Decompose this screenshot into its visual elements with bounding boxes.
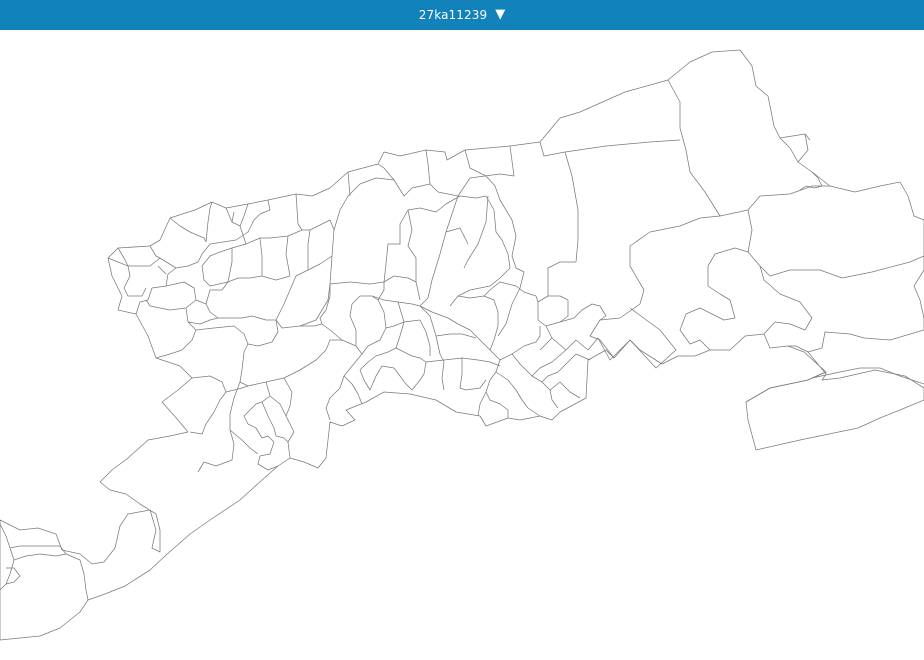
dataset-title: 27ka11239 xyxy=(418,8,488,22)
dataset-selector-inner: 27ka11239 ▼ xyxy=(418,6,506,23)
map-outline xyxy=(0,49,924,641)
map-canvas[interactable] xyxy=(0,30,924,660)
boundary-map xyxy=(0,49,924,641)
dropdown-caret-icon: ▼ xyxy=(495,6,506,22)
dataset-selector[interactable]: 27ka11239 ▼ xyxy=(0,0,924,30)
